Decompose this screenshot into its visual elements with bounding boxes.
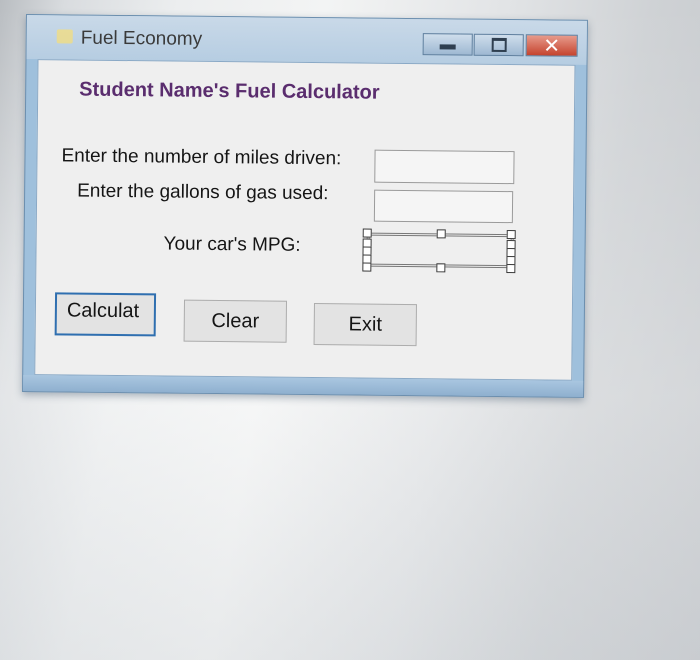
mpg-output-label[interactable] bbox=[362, 228, 516, 274]
form-client-area: Student Name's Fuel Calculator Enter the… bbox=[34, 59, 576, 381]
close-button[interactable]: ✕ bbox=[525, 33, 578, 58]
maximize-icon bbox=[491, 37, 507, 53]
clear-button[interactable]: Clear bbox=[183, 299, 288, 343]
gallons-input[interactable] bbox=[373, 189, 514, 224]
mpg-label: Your car's MPG: bbox=[163, 233, 301, 256]
resize-handle-top-right[interactable] bbox=[506, 230, 516, 240]
resize-handle-bottom-right[interactable] bbox=[506, 264, 516, 274]
resize-handle-bottom-left[interactable] bbox=[362, 262, 372, 272]
miles-input[interactable] bbox=[374, 149, 515, 185]
app-form-icon bbox=[56, 29, 73, 44]
resize-handle-top-left[interactable] bbox=[362, 228, 372, 238]
minimize-icon bbox=[439, 43, 456, 50]
gallons-label: Enter the gallons of gas used: bbox=[77, 180, 329, 205]
window-title: Fuel Economy bbox=[80, 27, 203, 50]
title-bar[interactable]: Fuel Economy ✕ bbox=[26, 15, 587, 65]
close-icon: ✕ bbox=[543, 33, 561, 58]
form-heading: Student Name's Fuel Calculator bbox=[79, 78, 380, 104]
maximize-button[interactable] bbox=[473, 33, 524, 57]
fuel-economy-window: Fuel Economy ✕ Student Name's Fuel Calcu… bbox=[22, 14, 588, 398]
miles-label: Enter the number of miles driven: bbox=[61, 145, 342, 170]
resize-handle-bottom[interactable] bbox=[436, 263, 446, 273]
exit-button[interactable]: Exit bbox=[313, 303, 417, 347]
resize-handle-top[interactable] bbox=[436, 229, 446, 239]
minimize-button[interactable] bbox=[422, 33, 473, 56]
calculate-button[interactable]: Calculat bbox=[54, 292, 157, 337]
